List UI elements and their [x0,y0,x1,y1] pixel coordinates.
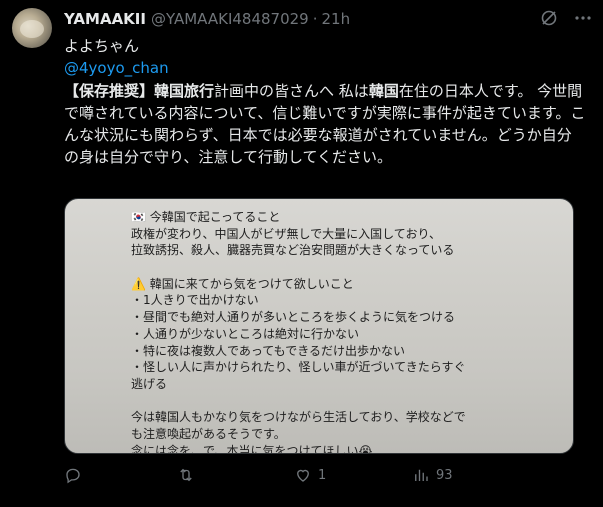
separator-dot: · [312,10,318,28]
image-line: 拉致誘拐、殺人、臓器売買など治安問題が大きくなっている [131,243,455,258]
retweet-button[interactable] [176,466,202,484]
like-count: 1 [318,467,327,483]
tweet-body: 【保存推奨】韓国旅行計画中の皆さんへ 私は韓国在住の日本人です。 今世間で噂され… [64,80,586,168]
body-text-1: 計画中の皆さんへ 私は [214,82,369,100]
reply-icon [66,468,80,484]
tweet-top-actions [539,8,593,28]
image-line: ・特に夜は複数人であってもできるだけ出歩かない [131,343,405,358]
user-handle[interactable]: @YAMAAKI48487029 [151,10,309,28]
image-line: も注意喚起があるそうです。 [131,426,286,441]
grok-icon[interactable] [539,8,559,28]
like-icon [297,469,309,482]
image-line: ・1人きりで出かけない [131,293,259,308]
reply-button[interactable] [64,466,88,484]
image-line: 今は韓国人もかなり気をつけながら生活しており、学校などで [131,410,466,425]
image-text: 🇰🇷 今韓国で起こってること 政権が変わり、中国人がビザ無しで大量に入国しており… [131,209,466,454]
tweet-header: YAMAAKII @YAMAAKI48487029 · 21h [64,9,350,29]
image-line: ・人通りが少ないところは絶対に行かない [131,326,360,341]
image-line: ⚠️ 韓国に来てから気をつけて欲しいこと [131,276,354,291]
image-line: 政権が変わり、中国人がビザ無しで大量に入国しており、 [131,226,441,241]
views-icon [415,469,428,481]
display-name[interactable]: YAMAAKII [64,10,146,28]
like-button[interactable]: 1 [294,466,326,484]
tweet-time[interactable]: 21h [322,10,351,28]
avatar[interactable] [12,8,52,48]
image-line: 逃げる [131,376,168,391]
reply-text: よよちゃん [64,37,140,55]
image-line: 念には念を、で、本当に気をつけてほしい😭 [131,443,373,454]
tweet-image[interactable]: 🇰🇷 今韓国で起こってること 政権が変わり、中国人がビザ無しで大量に入国しており… [64,198,574,454]
retweet-icon [180,468,192,482]
body-bold-3: 韓国 [368,82,399,100]
more-icon[interactable] [573,8,593,28]
views-count: 93 [436,467,453,483]
image-line: ・昼間でも絶対人通りが多いところを歩くように気をつける [131,310,456,325]
image-line: ・怪しい人に声かけられたり、怪しい車が近づいてきたらすぐ [131,360,466,375]
body-bold-1: 【保存推奨】 [64,82,155,100]
image-line: 🇰🇷 今韓国で起こってること [131,210,281,224]
mention-link[interactable]: @4yoyo_chan [64,59,169,77]
body-bold-2: 韓国旅行 [154,82,215,100]
views-button[interactable]: 93 [412,466,453,484]
tweet-actions: 1 93 [64,466,584,490]
